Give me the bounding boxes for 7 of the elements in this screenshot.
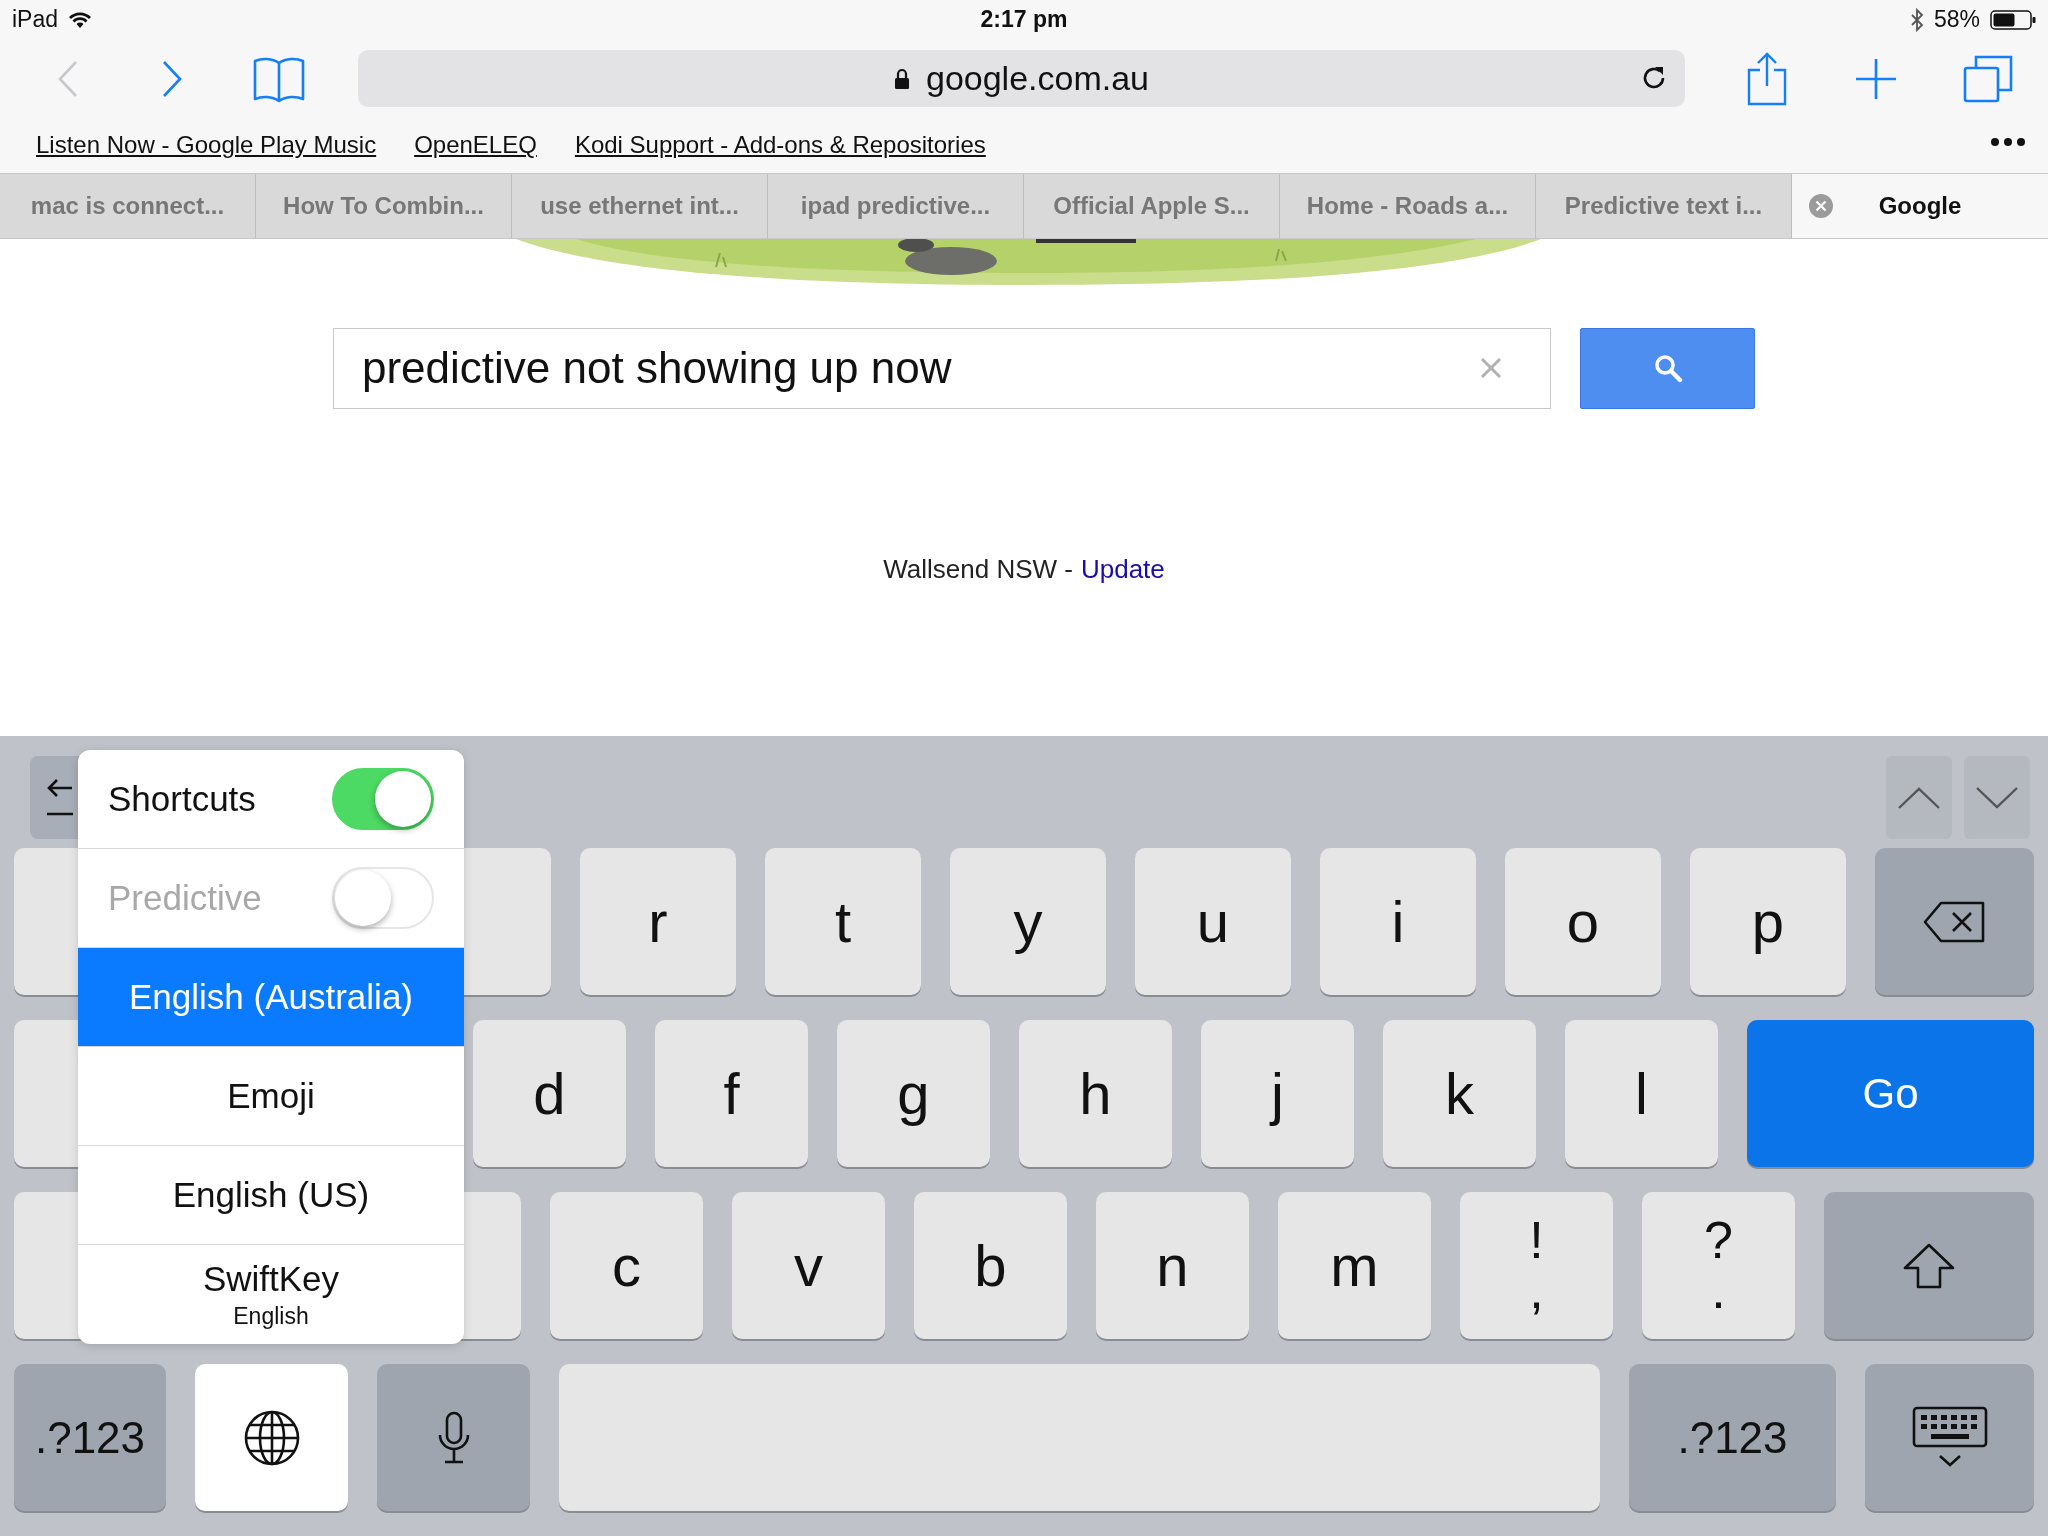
location-text: Wallsend NSW - <box>883 553 1073 585</box>
device-name: iPad <box>12 6 59 34</box>
setting-label: Shortcuts <box>108 779 256 819</box>
clock: 2:17 pm <box>980 6 1068 34</box>
setting-label: Predictive <box>108 878 262 918</box>
battery-percentage: 58% <box>1933 6 1980 34</box>
url-text: google.com.au <box>925 59 1149 99</box>
